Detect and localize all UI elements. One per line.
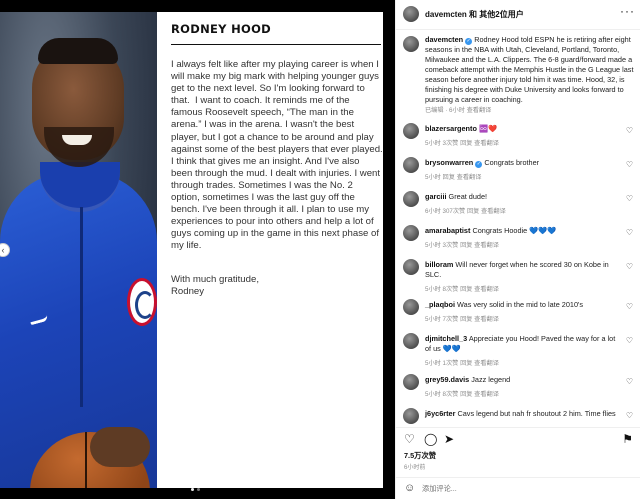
comment-text: Jazz legend	[471, 375, 511, 384]
comment-meta[interactable]: 5小时 8次赞 回复 查看翻译	[425, 389, 499, 398]
heart-icon[interactable]: ♡	[626, 336, 633, 345]
avatar[interactable]	[403, 6, 419, 22]
caption-text: Rodney Hood told ESPN he is retiring aft…	[425, 35, 634, 104]
statement-body: I always felt like after my playing care…	[171, 59, 386, 252]
verified-icon: ✓	[475, 161, 483, 168]
comment-meta[interactable]: 5小时 回复 查看翻译	[425, 172, 481, 181]
comments-panel: davemcten 和 其他2位用户 ··· davemcten ✓ Rodne…	[395, 0, 640, 499]
comment-username[interactable]: brysonwarren	[425, 158, 473, 167]
comment-icon[interactable]: ◯	[424, 432, 437, 446]
comment-username[interactable]: billoram	[425, 260, 453, 269]
caption-username[interactable]: davemcten	[425, 35, 463, 44]
avatar[interactable]	[403, 123, 419, 139]
avatar[interactable]	[403, 374, 419, 390]
comment-username[interactable]: grey59.davis	[425, 375, 469, 384]
heart-icon[interactable]: ♡	[626, 302, 633, 311]
title-divider	[171, 44, 381, 45]
heart-icon[interactable]: ♡	[626, 228, 633, 237]
comment-username[interactable]: _plaqboi	[425, 300, 455, 309]
instagram-post-view: ‹ RODNEY HOOD I always felt like after m…	[0, 0, 640, 499]
carousel-indicator	[191, 488, 200, 491]
heart-icon[interactable]: ♡	[626, 194, 633, 203]
comment-meta[interactable]: 5小时 7次赞 回复 查看翻译	[425, 314, 499, 323]
comment-text: ♾️❤️	[478, 124, 498, 133]
comment-text: Great dude!	[448, 192, 488, 201]
comment-input[interactable]	[422, 484, 602, 493]
heart-icon[interactable]: ♡	[626, 411, 633, 420]
statement-signoff: With much gratitude, Rodney	[171, 274, 259, 298]
heart-icon[interactable]: ♡	[626, 262, 633, 271]
comment-text: Was very solid in the mid to late 2010's	[457, 300, 584, 309]
comment-meta[interactable]: 5小时 3次赞 回复 查看翻译	[425, 138, 499, 147]
comment-meta[interactable]: 5小时 8次赞 回复 查看翻译	[425, 284, 499, 293]
like-count[interactable]: 7.5万次赞	[404, 451, 436, 461]
avatar[interactable]	[403, 259, 419, 275]
comment-text: Congrats Hoodie 💙💙💙	[472, 226, 557, 235]
comment-text: Cavs legend but nah fr shoutout 2 him. T…	[457, 409, 616, 418]
avatar[interactable]	[403, 333, 419, 349]
avatar[interactable]	[403, 299, 419, 315]
comment-username[interactable]: djmitchell_3	[425, 334, 467, 343]
send-icon[interactable]: ➤	[444, 432, 454, 446]
more-options-icon[interactable]: ···	[620, 4, 635, 18]
action-bar: ♡ ◯ ➤ ⚑	[396, 427, 640, 447]
avatar[interactable]	[403, 157, 419, 173]
comment-meta[interactable]: 5小时 1次赞 回复 查看翻译	[425, 358, 499, 367]
heart-icon[interactable]: ♡	[626, 126, 633, 135]
heart-icon[interactable]: ♡	[626, 160, 633, 169]
avatar[interactable]	[403, 408, 419, 424]
emoji-icon[interactable]: ☺	[404, 482, 415, 494]
statement-title: RODNEY HOOD	[171, 22, 272, 36]
post-header: davemcten 和 其他2位用户 ···	[396, 0, 640, 30]
comment-username[interactable]: amarabaptist	[425, 226, 470, 235]
heart-icon[interactable]: ♡	[404, 432, 415, 446]
avatar[interactable]	[403, 36, 419, 52]
comment-meta[interactable]: 5小时 3次赞 回复 查看翻译	[425, 240, 499, 249]
avatar[interactable]	[403, 225, 419, 241]
caption-meta: 已编辑 · 6小时 查看翻译	[425, 107, 492, 114]
comment-meta[interactable]: 6小时 307次赞 回复 查看翻译	[425, 206, 506, 215]
post-time: 6小时前	[404, 465, 426, 471]
comment-username[interactable]: garciii	[425, 192, 447, 201]
bookmark-icon[interactable]: ⚑	[622, 432, 633, 446]
statement-card: RODNEY HOOD I always felt like after my …	[157, 12, 383, 488]
heart-icon[interactable]: ♡	[626, 377, 633, 386]
comment-text: Congrats brother	[484, 158, 540, 167]
clippers-logo	[127, 278, 157, 326]
post-author-link[interactable]: davemcten 和 其他2位用户	[425, 9, 524, 20]
post-media: ‹ RODNEY HOOD I always felt like after m…	[0, 0, 395, 499]
comment-username[interactable]: j6yc6rter	[425, 409, 455, 418]
comment-text: Will never forget when he scored 30 on K…	[425, 260, 609, 279]
add-comment-bar: ☺	[396, 477, 640, 499]
comment-username[interactable]: blazersargento	[425, 124, 477, 133]
player-photo	[0, 12, 157, 488]
avatar[interactable]	[403, 191, 419, 207]
verified-icon: ✓	[465, 38, 473, 45]
